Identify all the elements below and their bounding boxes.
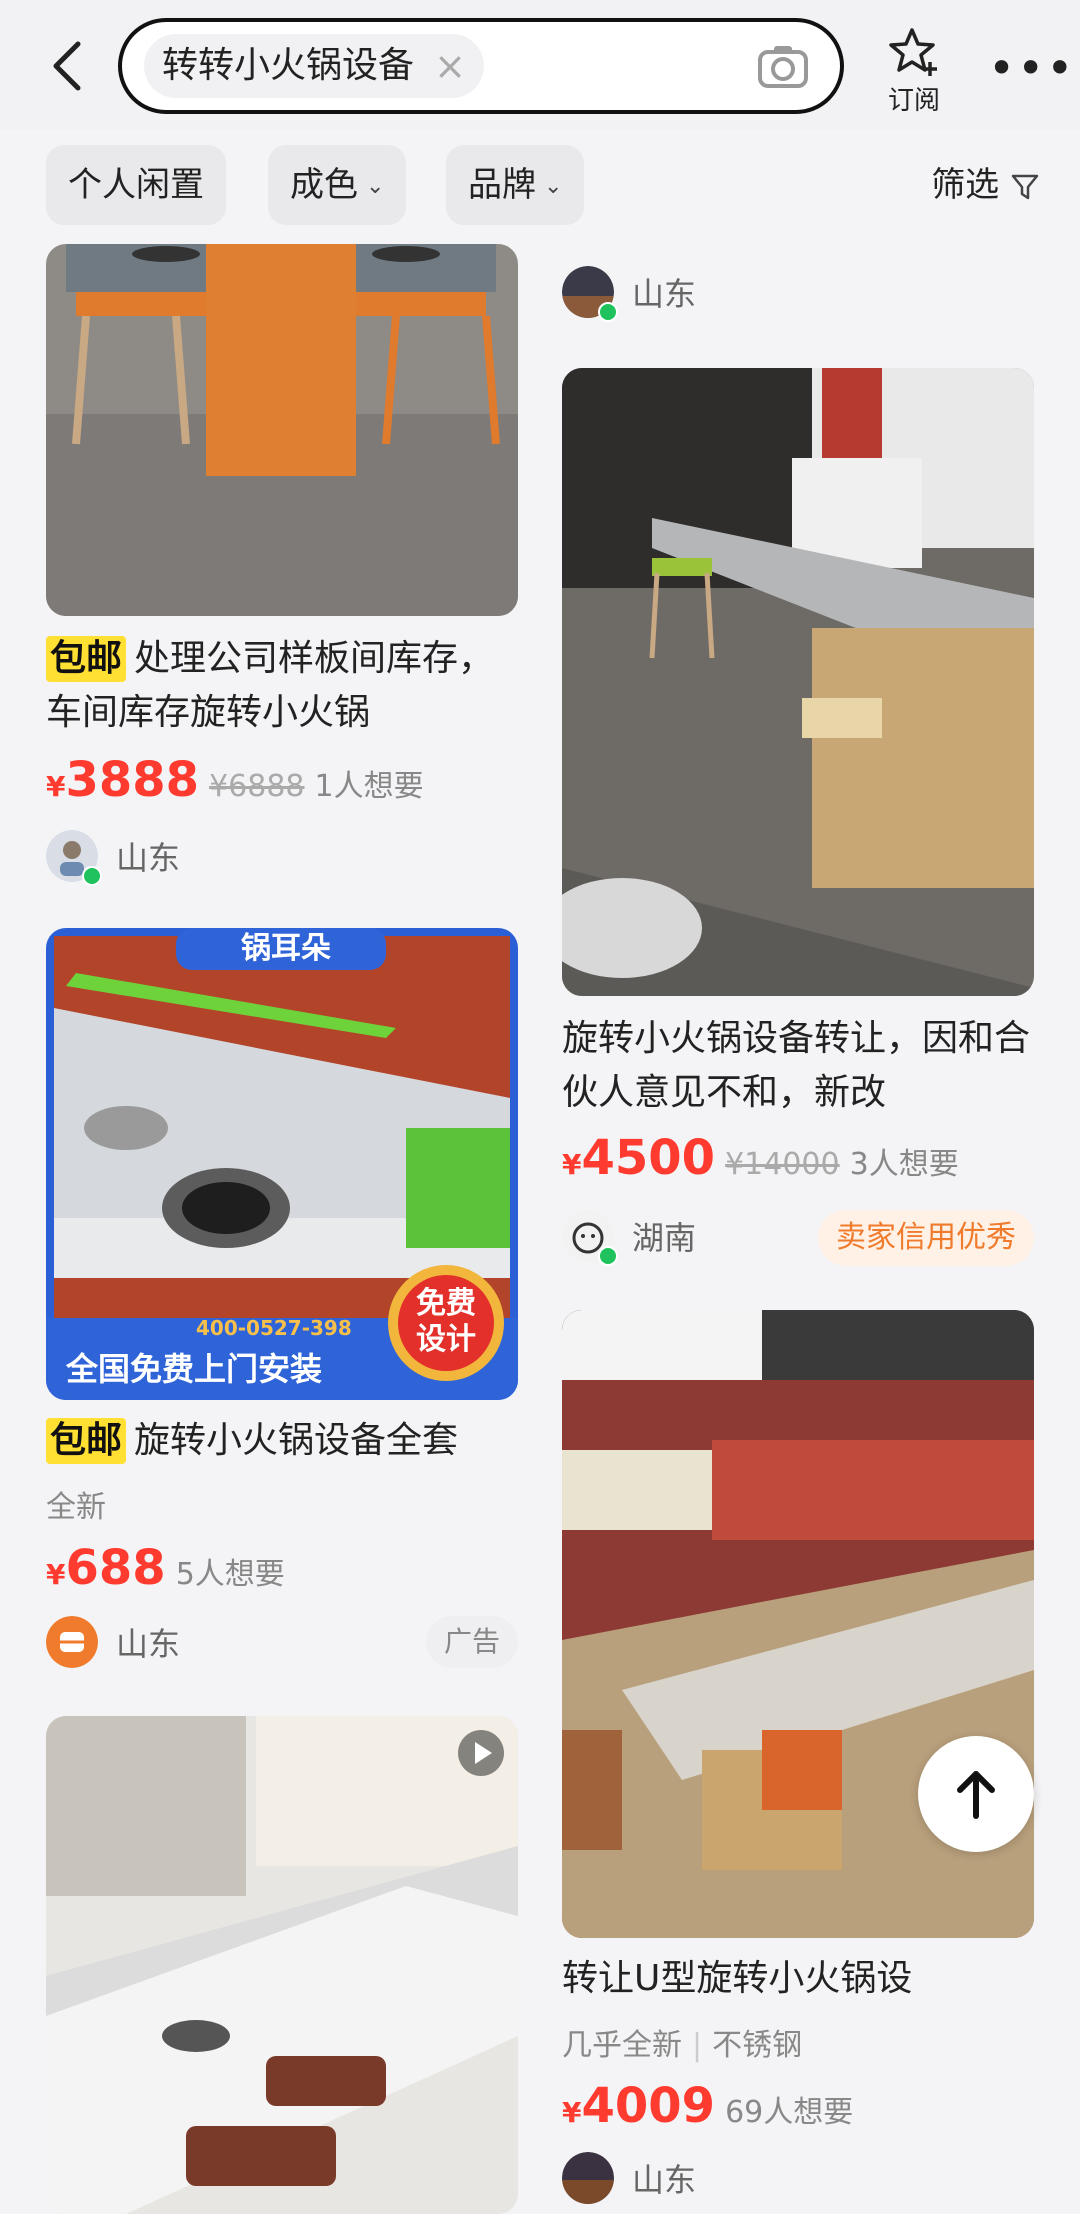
funnel-icon (1011, 174, 1039, 199)
price-row: ¥688 5人想要 (46, 1540, 285, 1596)
seller-row[interactable]: 山东 (46, 830, 518, 886)
screen-label: 筛选 (931, 165, 1000, 205)
tag-divider: | (692, 2028, 703, 2063)
screen-button[interactable]: 筛选 (931, 145, 1040, 225)
product-title[interactable]: 包邮 处理公司样板间库存，车间库存旋转小火锅 (46, 632, 518, 740)
video-play-icon (458, 1730, 504, 1776)
subscribe-button[interactable]: 订阅 (872, 20, 956, 116)
avatar (562, 2152, 614, 2204)
filter-condition[interactable]: 成色 ⌄ (268, 145, 407, 225)
seller-row[interactable]: 湖南 卖家信用优秀 (562, 1210, 1034, 1266)
filter-bar: 个人闲置 成色 ⌄ 品牌 ⌄ 筛选 (0, 130, 1080, 240)
camera-icon[interactable] (756, 40, 810, 94)
store-avatar (46, 1616, 98, 1668)
online-status-dot (82, 866, 102, 886)
ad-brand-text: 锅耳朵 (241, 931, 331, 966)
clear-query-icon[interactable]: × (434, 34, 466, 98)
table-photo (46, 244, 518, 616)
ad-badge: 广告 (425, 1616, 518, 1668)
arrow-up-icon (957, 1771, 995, 1819)
product-image[interactable] (46, 244, 518, 616)
currency-symbol: ¥ (562, 1148, 582, 1181)
online-status-dot (598, 302, 618, 322)
wants-count: 5人想要 (175, 1557, 285, 1592)
search-box[interactable]: 转转小火锅设备 × (118, 18, 844, 114)
price: 4500 (581, 1130, 716, 1186)
seller-credit-badge: 卖家信用优秀 (818, 1210, 1034, 1266)
ad-stamp: 免费 设计 (408, 1286, 484, 1358)
free-shipping-badge: 包邮 (46, 636, 127, 682)
restaurant-counter-photo (46, 1716, 518, 2214)
condition-tag: 几乎全新 (562, 2028, 682, 2063)
online-status-dot (598, 1246, 618, 1266)
filter-label: 品牌 (468, 165, 536, 205)
ad-banner-text: 全国免费上门安装 (66, 1350, 323, 1388)
seller-location: 山东 (632, 275, 697, 313)
tag-row: 几乎全新 | 不锈钢 (562, 2020, 802, 2064)
subscribe-label: 订阅 (887, 86, 940, 116)
more-options-button[interactable]: ••• (988, 38, 1073, 98)
ad-phone-text: 400-0527-398 (196, 1316, 352, 1340)
search-query-chip[interactable]: 转转小火锅设备 × (144, 34, 485, 98)
price: 3888 (65, 752, 200, 808)
product-image[interactable] (46, 1716, 518, 2214)
wants-count: 1人想要 (314, 769, 424, 804)
seller-location: 湖南 (632, 1219, 697, 1257)
top-bar: 转转小火锅设备 × 订阅 ••• (0, 0, 1080, 130)
filter-label: 成色 (290, 165, 358, 205)
seller-location: 山东 (632, 2161, 697, 2199)
chevron-down-icon: ⌄ (544, 173, 563, 199)
seller-row[interactable]: 山东 (562, 266, 1034, 322)
free-shipping-badge: 包邮 (46, 1418, 127, 1464)
seller-row[interactable]: 山东 广告 (46, 1616, 518, 1672)
back-arrow-icon (53, 41, 81, 91)
currency-symbol: ¥ (46, 770, 66, 803)
chevron-down-icon: ⌄ (366, 173, 385, 199)
product-title[interactable]: 旋转小火锅设备转让，因和合伙人意见不和，新改 (562, 1012, 1034, 1120)
filter-label: 个人闲置 (68, 165, 204, 205)
star-plus-icon (889, 28, 937, 76)
ad-stamp-line2: 设计 (416, 1322, 476, 1357)
currency-symbol: ¥ (46, 1558, 66, 1591)
ad-stamp-line1: 免费 (416, 1286, 476, 1321)
workshop-photo (562, 368, 1034, 996)
seller-location: 山东 (116, 839, 181, 877)
filter-personal-idle[interactable]: 个人闲置 (46, 145, 226, 225)
price: 4009 (581, 2078, 716, 2134)
search-query-text: 转转小火锅设备 (162, 45, 415, 86)
seller-row[interactable]: 山东 (562, 2152, 1034, 2208)
product-image-ad[interactable]: 锅耳朵 400-0527-398 全国免费上门安装 免费 设计 (46, 928, 518, 1400)
product-title[interactable]: 转让U型旋转小火锅设 (562, 1952, 1034, 2006)
price: 688 (65, 1540, 166, 1596)
seller-location: 山东 (116, 1625, 181, 1663)
currency-symbol: ¥ (562, 2096, 582, 2129)
price-row: ¥4500 ¥14000 3人想要 (562, 1130, 959, 1186)
back-button[interactable] (40, 36, 100, 96)
title-text: 旋转小火锅设备转让，因和合伙人意见不和，新改 (562, 1018, 1031, 1113)
price-row: ¥4009 69人想要 (562, 2078, 853, 2134)
title-text: 转让U型旋转小火锅设 (562, 1958, 913, 1999)
back-to-top-button[interactable] (918, 1736, 1034, 1852)
product-image[interactable] (562, 368, 1034, 996)
title-text: 旋转小火锅设备全套 (134, 1420, 459, 1461)
condition-tag: 全新 (46, 1490, 106, 1525)
wants-count: 69人想要 (725, 2095, 854, 2130)
wants-count: 3人想要 (849, 1147, 959, 1182)
original-price: ¥6888 (209, 769, 305, 804)
product-title[interactable]: 包邮 旋转小火锅设备全套 (46, 1414, 518, 1468)
material-tag: 不锈钢 (712, 2028, 803, 2063)
original-price: ¥14000 (725, 1147, 840, 1182)
price-row: ¥3888 ¥6888 1人想要 (46, 752, 424, 808)
filter-brand[interactable]: 品牌 ⌄ (446, 145, 585, 225)
